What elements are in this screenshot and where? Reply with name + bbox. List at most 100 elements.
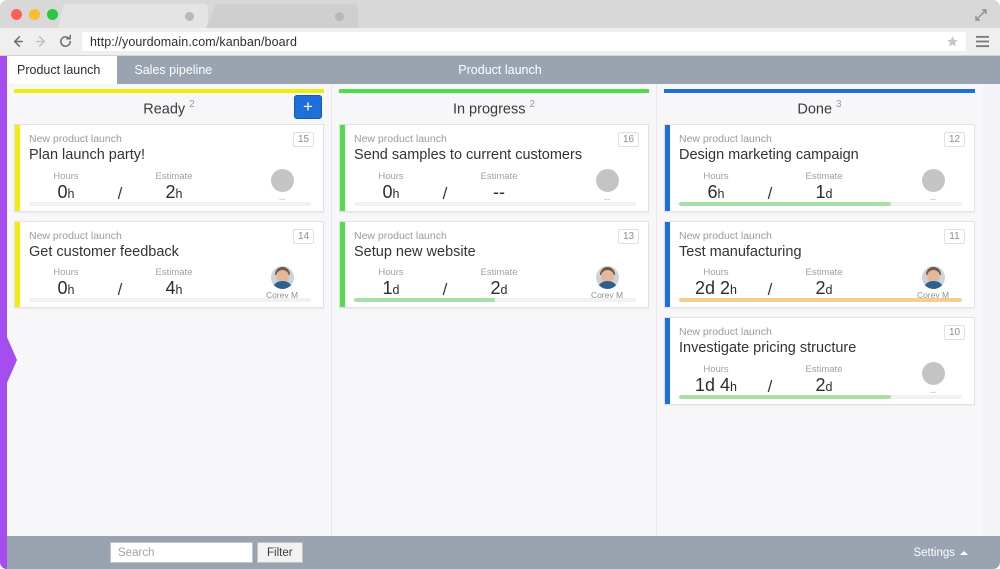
hours-label: Hours — [703, 171, 729, 182]
estimate-unit: d — [825, 380, 833, 394]
kanban-column: Ready 2 + New product launch 15 Plan launch p… — [7, 84, 332, 536]
close-window-button[interactable] — [11, 9, 22, 20]
estimate-label: Estimate — [155, 171, 193, 182]
card-project: New product launch — [679, 133, 772, 145]
estimate-label: Estimate — [480, 171, 518, 182]
card-assignee[interactable]: Corey M — [904, 266, 962, 301]
card-title: Test manufacturing — [679, 244, 802, 260]
estimate-metric: Estimate 2h — [137, 171, 211, 205]
url-text: http://yourdomain.com/kanban/board — [90, 34, 297, 49]
kanban-board: Ready 2 + New product launch 15 Plan launch p… — [0, 84, 1000, 536]
card-assignee[interactable]: -- — [904, 362, 962, 398]
estimate-unit: d — [500, 283, 508, 297]
hours-metric: Hours 1d 4h — [679, 364, 753, 398]
hours-unit: h — [392, 187, 400, 201]
filter-button[interactable]: Filter — [257, 542, 303, 563]
column-count: 2 — [189, 98, 195, 110]
estimate-unit: d — [825, 187, 833, 201]
card-list: New product launch 12 Design marketing cam… — [657, 124, 982, 405]
star-icon[interactable] — [946, 35, 959, 48]
back-arrow-icon[interactable] — [10, 34, 25, 49]
browser-toolbar: http://yourdomain.com/kanban/board — [0, 28, 1000, 56]
card-assignee[interactable]: -- — [904, 169, 962, 205]
hours-value: 0 — [57, 182, 68, 202]
card-progress-fill — [354, 298, 495, 302]
card-assignee[interactable]: Corey M — [578, 266, 636, 301]
hours-label: Hours — [703, 267, 729, 278]
card-id-badge: 10 — [944, 325, 965, 340]
hours-unit: h — [67, 187, 75, 201]
settings-label: Settings — [913, 546, 955, 559]
estimate-unit: h — [175, 283, 183, 297]
kanban-card[interactable]: New product launch 11 Test manufacturing Ho… — [664, 221, 975, 308]
estimate-metric: Estimate 4h — [137, 267, 211, 301]
column-title: Done — [797, 101, 833, 118]
card-project: New product launch — [679, 230, 772, 242]
forward-arrow-icon[interactable] — [34, 34, 49, 49]
card-id-badge: 13 — [618, 229, 639, 244]
card-assignee[interactable]: -- — [253, 169, 311, 205]
maximize-window-button[interactable] — [47, 9, 58, 20]
tab-favicon-icon — [185, 12, 194, 21]
hamburger-menu-icon[interactable] — [975, 35, 990, 48]
browser-tab-1[interactable] — [58, 4, 208, 28]
kanban-column: In progress 2 New product launch 16 Send sam… — [332, 84, 657, 536]
estimate-unit: d — [825, 283, 833, 297]
hours-metric: Hours 2d 2h — [679, 267, 753, 301]
kanban-card[interactable]: New product launch 15 Plan launch party! Ho… — [14, 124, 324, 212]
column-title: Ready — [143, 101, 186, 118]
card-assignee[interactable]: Corey M — [253, 266, 311, 301]
avatar-empty — [270, 169, 294, 192]
estimate-label: Estimate — [805, 171, 843, 182]
kanban-card[interactable]: New product launch 16 Send samples to curr… — [339, 124, 649, 212]
card-progress-bar — [29, 202, 311, 206]
kanban-card[interactable]: New product launch 12 Design marketing cam… — [664, 124, 975, 212]
card-accent-bar — [15, 125, 20, 211]
estimate-metric: Estimate 1d — [787, 171, 861, 205]
card-project: New product launch — [354, 230, 447, 242]
card-title: Investigate pricing structure — [679, 340, 857, 356]
minimize-window-button[interactable] — [29, 9, 40, 20]
kanban-app: Product launch Sales pipeline Product la… — [0, 56, 1000, 569]
tab-sales-pipeline[interactable]: Sales pipeline — [117, 56, 229, 84]
card-accent-bar — [665, 125, 670, 211]
bottom-toolbar: Filter Settings — [0, 536, 1000, 569]
hours-metric: Hours 0h — [354, 171, 428, 205]
kanban-card[interactable]: New product launch 10 Investigate pricing … — [664, 317, 975, 405]
hours-unit: h — [730, 380, 737, 394]
card-project: New product launch — [679, 326, 772, 338]
estimate-value: 1 — [815, 182, 826, 202]
hours-metric: Hours 0h — [29, 171, 103, 205]
hours-label: Hours — [378, 267, 404, 278]
add-card-button[interactable]: + — [294, 95, 322, 119]
kanban-card[interactable]: New product launch 14 Get customer feedbac… — [14, 221, 324, 308]
reload-icon[interactable] — [58, 34, 73, 49]
card-progress-fill — [679, 202, 892, 206]
card-title: Setup new website — [354, 244, 476, 260]
card-assignee[interactable]: -- — [578, 169, 636, 205]
address-bar[interactable]: http://yourdomain.com/kanban/board — [82, 32, 966, 51]
card-title: Plan launch party! — [29, 147, 146, 163]
hours-metric: Hours 6h — [679, 171, 753, 205]
estimate-value: 2 — [815, 375, 826, 395]
avatar-empty — [921, 362, 945, 385]
browser-tab-2[interactable] — [206, 4, 358, 28]
tab-product-launch[interactable]: Product launch — [0, 56, 118, 84]
maximize-icon[interactable] — [974, 8, 988, 22]
card-title: Send samples to current customers — [354, 147, 583, 163]
avatar — [595, 266, 619, 289]
kanban-card[interactable]: New product launch 13 Setup new website Hou… — [339, 221, 649, 308]
hours-value: 1 — [382, 278, 393, 298]
board-tab-strip: Product launch Sales pipeline Product la… — [0, 56, 1000, 84]
settings-button[interactable]: Settings — [913, 547, 968, 559]
column-header: In progress 2 — [332, 93, 656, 124]
estimate-metric: Estimate -- — [462, 171, 536, 205]
estimate-unit: h — [175, 187, 183, 201]
search-input[interactable] — [110, 542, 253, 563]
window-controls — [11, 9, 58, 20]
estimate-value: 2 — [165, 182, 176, 202]
card-progress-bar — [354, 298, 636, 302]
card-id-badge: 12 — [944, 132, 965, 147]
hours-value: 0 — [57, 278, 68, 298]
tab-favicon-icon — [335, 12, 344, 21]
